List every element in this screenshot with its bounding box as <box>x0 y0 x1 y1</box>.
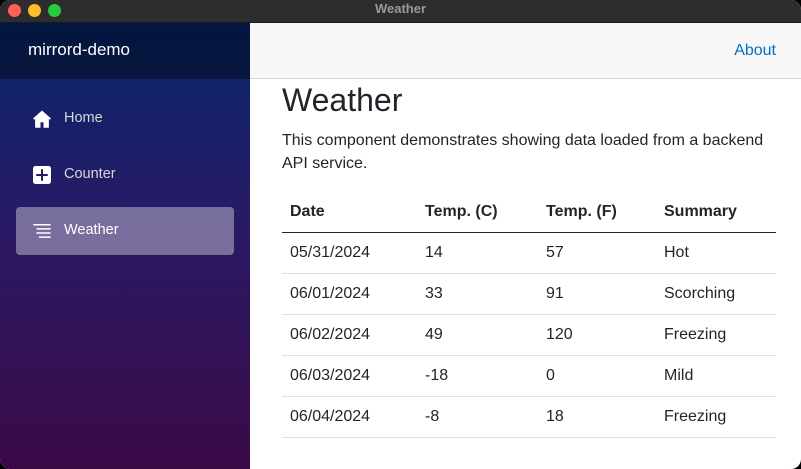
cell-temp-f: 57 <box>538 232 656 274</box>
cell-temp-f: 120 <box>538 314 656 356</box>
sidebar-item-counter[interactable]: Counter <box>16 151 234 199</box>
window-title: Weather <box>374 1 427 16</box>
cell-temp-c: -18 <box>417 355 538 397</box>
table-row: 06/01/2024 33 91 Scorching <box>282 273 776 315</box>
page-title: Weather <box>282 82 403 118</box>
cell-date: 05/31/2024 <box>282 232 417 274</box>
column-header-temp-c: Temp. (C) <box>417 192 538 233</box>
table-row: 06/02/2024 49 120 Freezing <box>282 314 776 356</box>
cell-summary: Freezing <box>656 314 776 356</box>
brand-bar: mirrord-demo <box>0 23 250 79</box>
list-icon <box>33 224 51 238</box>
cell-temp-f: 0 <box>538 355 656 397</box>
sidebar-item-label: Weather <box>64 222 119 238</box>
sidebar: mirrord-demo Home Counter Weather <box>0 23 250 469</box>
plus-square-icon <box>33 166 51 184</box>
table-row: 05/31/2024 14 57 Hot <box>282 232 776 274</box>
table-row: 06/03/2024 -18 0 Mild <box>282 355 776 397</box>
cell-date: 06/01/2024 <box>282 273 417 315</box>
cell-temp-c: 49 <box>417 314 538 356</box>
column-header-date: Date <box>282 192 417 233</box>
sidebar-item-home[interactable]: Home <box>16 95 234 143</box>
column-header-summary: Summary <box>656 192 776 233</box>
page-description: This component demonstrates showing data… <box>282 132 764 172</box>
cell-temp-c: -8 <box>417 396 538 438</box>
column-header-temp-f: Temp. (F) <box>538 192 656 233</box>
cell-temp-f: 18 <box>538 396 656 438</box>
app-window: Weather mirrord-demo Home Counter Weathe… <box>0 0 801 469</box>
title-bar[interactable]: Weather <box>0 0 801 23</box>
cell-date: 06/02/2024 <box>282 314 417 356</box>
cell-summary: Hot <box>656 232 776 274</box>
sidebar-item-weather[interactable]: Weather <box>16 207 234 255</box>
sidebar-item-label: Counter <box>64 166 116 182</box>
about-link[interactable]: About <box>734 42 776 60</box>
cell-summary: Mild <box>656 355 776 397</box>
table-header-row: Date Temp. (C) Temp. (F) Summary <box>282 192 776 233</box>
cell-date: 06/04/2024 <box>282 396 417 438</box>
cell-temp-c: 33 <box>417 273 538 315</box>
brand-link[interactable]: mirrord-demo <box>28 40 130 60</box>
cell-temp-f: 91 <box>538 273 656 315</box>
weather-table: Date Temp. (C) Temp. (F) Summary 05/31/2… <box>282 192 776 438</box>
cell-summary: Scorching <box>656 273 776 315</box>
table-row: 06/04/2024 -8 18 Freezing <box>282 396 776 438</box>
top-row: About <box>250 23 801 79</box>
house-icon <box>33 110 51 128</box>
cell-temp-c: 14 <box>417 232 538 274</box>
cell-summary: Freezing <box>656 396 776 438</box>
cell-date: 06/03/2024 <box>282 355 417 397</box>
sidebar-item-label: Home <box>64 110 103 126</box>
